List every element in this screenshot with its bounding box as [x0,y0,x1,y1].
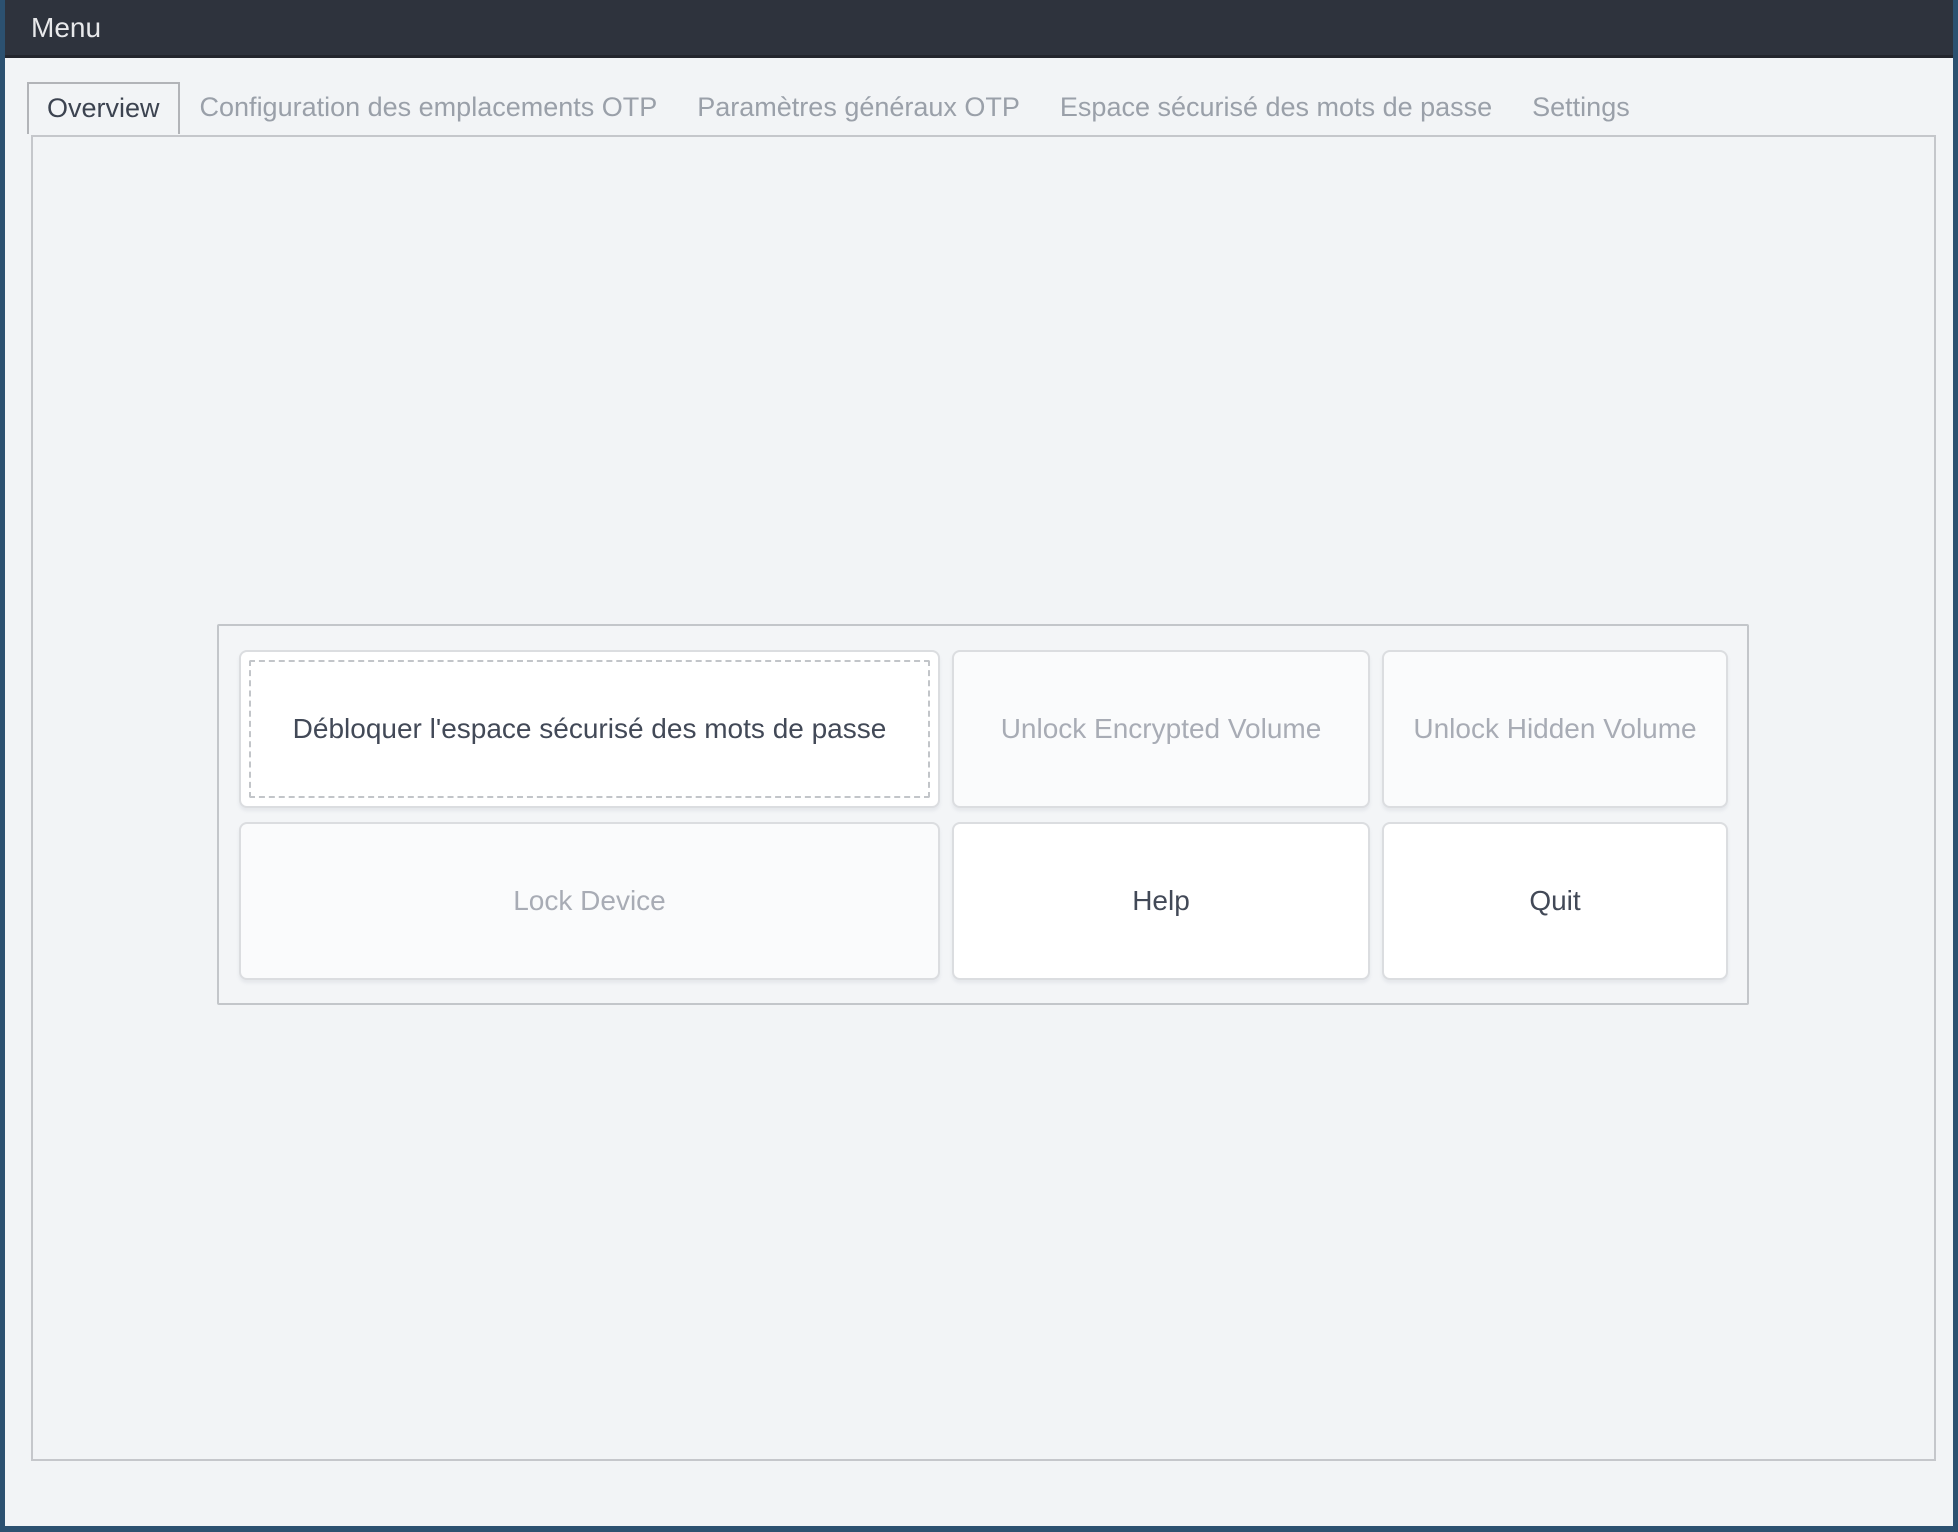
menu-button[interactable]: Menu [11,0,121,55]
actions-button-grid: Débloquer l'espace sécurisé des mots de … [239,650,1727,979]
tab-otp-slot-configuration[interactable]: Configuration des emplacements OTP [180,80,678,132]
quit-button[interactable]: Quit [1382,822,1728,980]
overview-tab-pane: Débloquer l'espace sécurisé des mots de … [31,135,1936,1461]
tab-settings[interactable]: Settings [1512,80,1650,132]
tab-overview[interactable]: Overview [27,82,180,134]
unlock-hidden-volume-button[interactable]: Unlock Hidden Volume [1382,650,1728,808]
lock-device-button[interactable]: Lock Device [239,822,940,980]
actions-group-box: Débloquer l'espace sécurisé des mots de … [217,624,1749,1005]
tab-otp-general-settings[interactable]: Paramètres généraux OTP [677,80,1040,132]
unlock-encrypted-volume-button[interactable]: Unlock Encrypted Volume [952,650,1370,808]
help-button[interactable]: Help [952,822,1370,980]
unlock-password-safe-button[interactable]: Débloquer l'espace sécurisé des mots de … [239,650,940,808]
tab-bar: Overview Configuration des emplacements … [5,58,1953,132]
tab-password-safe[interactable]: Espace sécurisé des mots de passe [1040,80,1512,132]
menu-bar: Menu [5,0,1953,58]
